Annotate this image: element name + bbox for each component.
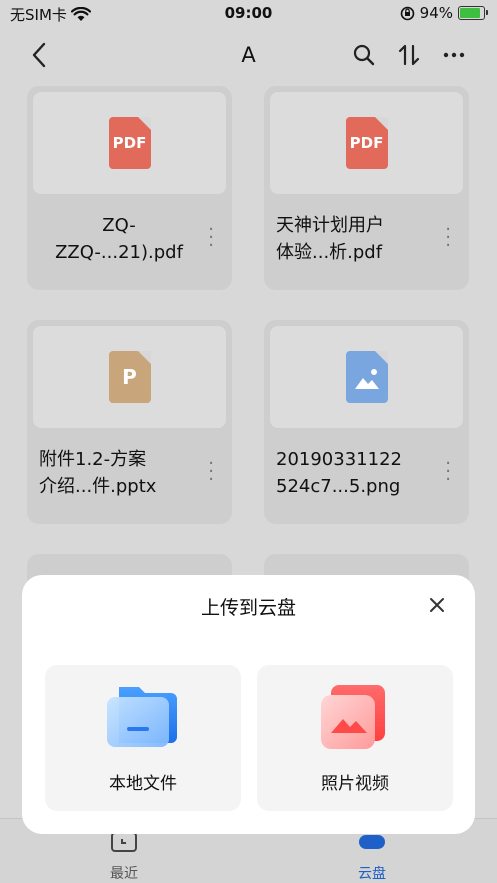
file-card[interactable]: P 附件1.2-方案 介绍...件.pptx · · · — [27, 320, 232, 524]
page-title: A — [241, 43, 256, 67]
search-icon[interactable] — [351, 42, 377, 68]
ppt-file-icon: P — [108, 351, 151, 403]
file-thumbnail: PDF — [270, 92, 463, 194]
close-icon[interactable] — [427, 595, 447, 615]
file-name: ZQ- ZZQ-...21).pdf — [55, 215, 183, 263]
more-icon[interactable] — [441, 42, 467, 68]
folder-icon — [107, 687, 177, 747]
status-bar: 无SIM卡 09:00 94% — [0, 0, 497, 28]
file-more-icon[interactable]: · · · — [208, 221, 214, 255]
image-file-icon — [345, 351, 388, 403]
file-more-icon[interactable]: · · · — [208, 455, 214, 489]
tab-recent[interactable]: 最近 — [84, 829, 164, 883]
file-thumbnail — [270, 326, 463, 428]
photos-videos-option[interactable]: 照片视频 — [257, 665, 453, 811]
file-thumbnail: PDF — [33, 92, 226, 194]
orientation-lock-icon — [400, 6, 414, 20]
sort-icon[interactable] — [396, 42, 422, 68]
file-card[interactable]: PDF ZQ- ZZQ-...21).pdf · · · — [27, 86, 232, 290]
nav-bar: A — [0, 30, 497, 82]
sheet-title: 上传到云盘 — [200, 597, 296, 619]
status-right: 94% — [400, 4, 488, 22]
photo-icon — [321, 685, 385, 749]
file-card[interactable]: PDF 天神计划用户 体验...析.pdf · · · — [264, 86, 469, 290]
file-card[interactable]: 20190331122 524c7...5.png · · · — [264, 320, 469, 524]
local-files-label: 本地文件 — [109, 774, 177, 794]
file-name: 天神计划用户 体验...析.pdf — [276, 215, 384, 263]
file-more-icon[interactable]: · · · — [445, 221, 451, 255]
file-name: 附件1.2-方案 介绍...件.pptx — [39, 449, 157, 497]
upload-sheet: 上传到云盘 本地文件 照片视频 — [22, 575, 475, 834]
local-files-option[interactable]: 本地文件 — [45, 665, 241, 811]
pdf-file-icon: PDF — [345, 117, 388, 169]
file-more-icon[interactable]: · · · — [445, 455, 451, 489]
tab-cloud[interactable]: 云盘 — [332, 829, 412, 883]
pdf-file-icon: PDF — [108, 117, 151, 169]
file-name: 20190331122 524c7...5.png — [276, 449, 402, 497]
photos-videos-label: 照片视频 — [321, 774, 389, 794]
battery-icon — [458, 6, 488, 20]
file-thumbnail: P — [33, 326, 226, 428]
battery-percent: 94% — [419, 4, 453, 22]
